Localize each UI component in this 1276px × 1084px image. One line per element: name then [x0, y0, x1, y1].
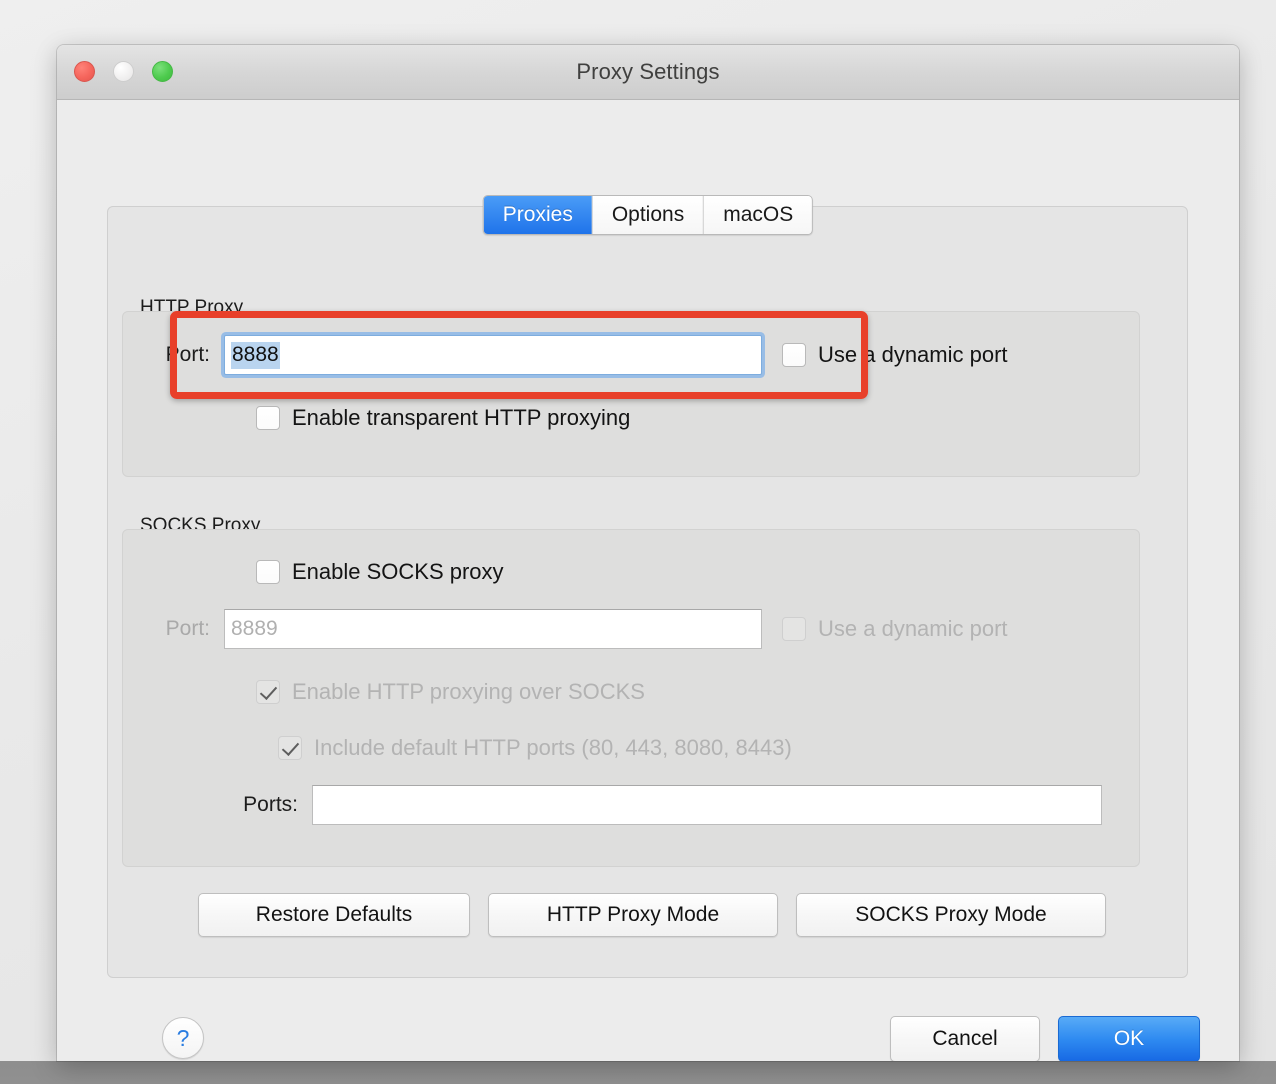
proxy-settings-window: Proxy Settings HTTP Proxy Port: 8888 Use… — [57, 45, 1239, 1061]
http-transparent-checkbox[interactable] — [256, 406, 280, 430]
dialog-footer-buttons: Cancel OK — [890, 1016, 1200, 1061]
http-port-label: Port: — [165, 343, 210, 366]
socks-default-ports-label: Include default HTTP ports (80, 443, 808… — [314, 735, 792, 760]
http-port-input[interactable]: 8888 — [224, 335, 762, 375]
desktop-lower-strip — [0, 1061, 1276, 1084]
window-title: Proxy Settings — [576, 59, 720, 84]
socks-port-label: Port: — [165, 617, 210, 640]
socks-ports-input[interactable] — [312, 785, 1102, 825]
ok-button[interactable]: OK — [1058, 1016, 1200, 1061]
socks-ports-label: Ports: — [243, 793, 298, 816]
cancel-button[interactable]: Cancel — [890, 1016, 1040, 1061]
socks-enable-row[interactable]: Enable SOCKS proxy — [256, 559, 504, 585]
socks-default-ports-row[interactable]: Include default HTTP ports (80, 443, 808… — [278, 735, 792, 761]
socks-dynamic-port-label: Use a dynamic port — [818, 616, 1008, 641]
socks-http-over-socks-checkbox[interactable] — [256, 680, 280, 704]
socks-enable-checkbox[interactable] — [256, 560, 280, 584]
tab-control: Proxies Options macOS — [482, 195, 814, 235]
http-dynamic-port-checkbox[interactable] — [782, 343, 806, 367]
socks-default-ports-checkbox[interactable] — [278, 736, 302, 760]
tab-proxies[interactable]: Proxies — [483, 196, 593, 234]
window-body: HTTP Proxy Port: 8888 Use a dynamic port… — [57, 100, 1239, 1061]
socks-dynamic-port-checkbox[interactable] — [782, 617, 806, 641]
socks-http-over-socks-row[interactable]: Enable HTTP proxying over SOCKS — [256, 679, 645, 705]
window-titlebar: Proxy Settings — [57, 45, 1239, 100]
http-transparent-label: Enable transparent HTTP proxying — [292, 405, 631, 430]
http-port-value: 8888 — [231, 341, 280, 369]
http-proxy-mode-button[interactable]: HTTP Proxy Mode — [488, 893, 778, 937]
tab-panel: HTTP Proxy Port: 8888 Use a dynamic port… — [107, 206, 1188, 978]
socks-port-row: Port: 8889 Use a dynamic port — [148, 609, 1008, 649]
help-button[interactable]: ? — [162, 1017, 204, 1059]
socks-port-input[interactable]: 8889 — [224, 609, 762, 649]
http-proxy-port-row: Port: 8888 Use a dynamic port — [148, 335, 1008, 375]
restore-defaults-button[interactable]: Restore Defaults — [198, 893, 470, 937]
socks-port-placeholder: 8889 — [231, 617, 278, 640]
socks-ports-row: Ports: — [208, 785, 1102, 825]
socks-enable-label: Enable SOCKS proxy — [292, 559, 504, 584]
http-transparent-row[interactable]: Enable transparent HTTP proxying — [256, 405, 630, 431]
http-dynamic-port-label: Use a dynamic port — [818, 342, 1008, 367]
socks-proxy-mode-button[interactable]: SOCKS Proxy Mode — [796, 893, 1106, 937]
socks-http-over-socks-label: Enable HTTP proxying over SOCKS — [292, 679, 645, 704]
tab-options[interactable]: Options — [592, 196, 705, 234]
tab-macos[interactable]: macOS — [704, 196, 813, 234]
mode-button-row: Restore Defaults HTTP Proxy Mode SOCKS P… — [198, 893, 1106, 937]
